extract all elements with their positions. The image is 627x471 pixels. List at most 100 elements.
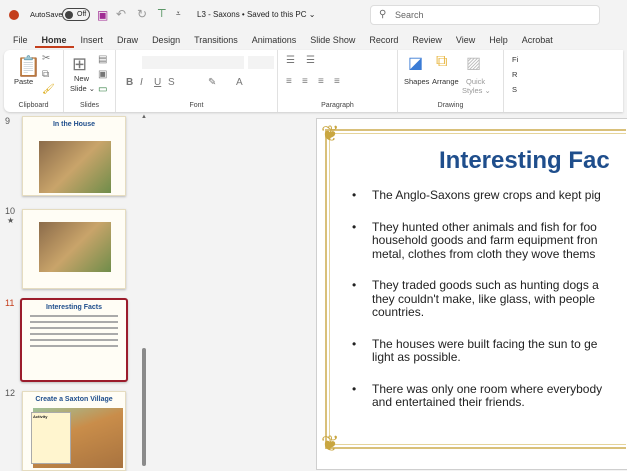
layout-icon[interactable]: ▤ — [98, 54, 107, 65]
powerpoint-logo-icon — [9, 10, 19, 20]
tab-animations[interactable]: Animations — [245, 32, 304, 48]
thumbnail-title: Interesting Facts — [45, 304, 102, 311]
activity-box: Activity — [31, 412, 71, 464]
paste-button[interactable]: Paste — [14, 77, 33, 86]
copy-icon[interactable]: ⧉ — [42, 69, 49, 80]
cut-icon[interactable]: ✂ — [42, 53, 50, 64]
thumbnail-title: In the House — [52, 121, 95, 128]
slide-canvas: ❦ ❦ Interesting Fac The Anglo-Saxons gre… — [316, 118, 627, 470]
align-left-icon[interactable]: ≡ — [286, 76, 292, 87]
tab-transitions[interactable]: Transitions — [187, 32, 245, 48]
slide-number: 9 — [5, 116, 11, 126]
group-editing: Fi R S — [504, 50, 623, 112]
new-slide-icon[interactable]: ⊞ — [72, 54, 87, 75]
tab-help[interactable]: Help — [482, 32, 515, 48]
bullet-item: There was only one room where everybodya… — [352, 382, 620, 410]
save-icon[interactable]: ▣ — [97, 8, 108, 22]
tab-file[interactable]: File — [6, 32, 35, 48]
slide-thumbnail-11[interactable]: Interesting Facts — [20, 298, 128, 382]
font-name-select[interactable] — [142, 56, 244, 69]
paste-icon[interactable]: 📋 — [16, 54, 41, 79]
tab-slide-show[interactable]: Slide Show — [303, 32, 362, 48]
thumbnail-scrollbar[interactable] — [142, 348, 146, 466]
redo-icon[interactable]: ↻ — [137, 7, 147, 21]
slide-number: 12 — [5, 388, 16, 398]
ribbon-tabs: File Home Insert Draw Design Transitions… — [6, 32, 560, 48]
tab-acrobat[interactable]: Acrobat — [515, 32, 560, 48]
tab-design[interactable]: Design — [145, 32, 187, 48]
quick-styles-icon[interactable]: ▨ — [466, 53, 481, 73]
select-button[interactable]: S — [512, 85, 517, 94]
search-icon: ⚲ — [379, 9, 387, 20]
tab-insert[interactable]: Insert — [74, 32, 111, 48]
font-color-icon[interactable]: A — [236, 77, 243, 88]
search-input[interactable]: ⚲ Search — [370, 5, 600, 25]
slide-thumbnail-9[interactable]: In the House — [22, 116, 126, 196]
present-icon[interactable]: ⊤ — [157, 7, 167, 20]
font-size-select[interactable] — [248, 56, 274, 69]
group-clipboard: 📋 Paste ✂ ⧉ 🖌 Clipboard — [4, 50, 64, 112]
new-slide-button[interactable]: New — [74, 74, 89, 83]
new-slide-dropdown[interactable]: Slide ⌄ — [70, 84, 95, 93]
underline-icon[interactable]: U — [154, 77, 161, 88]
section-icon[interactable]: ▭ — [98, 84, 107, 95]
undo-icon[interactable]: ↶ — [116, 7, 126, 21]
replace-button[interactable]: R — [512, 70, 517, 79]
autosave-label: AutoSave — [30, 10, 63, 19]
scroll-up-icon[interactable]: ▲ — [141, 114, 147, 120]
find-button[interactable]: Fi — [512, 55, 518, 64]
bullet-item: The Anglo-Saxons grew crops and kept pig — [352, 188, 620, 203]
thumbnail-title: Create a Saxton Village — [35, 396, 113, 403]
group-drawing: ◪ Shapes ⧉ Arrange ▨ Quick Styles ⌄ Draw… — [398, 50, 504, 112]
tab-home[interactable]: Home — [34, 32, 74, 48]
ornament-top-left-icon: ❦ — [321, 121, 340, 146]
bullets-icon[interactable]: ☰ — [286, 55, 295, 66]
highlight-icon[interactable]: ✎ — [208, 77, 216, 88]
align-center-icon[interactable]: ≡ — [302, 76, 308, 87]
slide-thumbnail-12[interactable]: Create a Saxton Village Activity — [22, 391, 126, 471]
tab-view[interactable]: View — [449, 32, 482, 48]
paragraph-label: Paragraph — [321, 102, 354, 109]
tab-record[interactable]: Record — [362, 32, 405, 48]
animation-star-icon: ★ — [7, 216, 15, 225]
group-paragraph: ☰ ☰ ≡ ≡ ≡ ≡ Paragraph — [278, 50, 398, 112]
reset-icon[interactable]: ▣ — [98, 69, 107, 80]
tab-draw[interactable]: Draw — [110, 32, 145, 48]
bullet-item: They hunted other animals and fish for f… — [352, 220, 620, 262]
search-placeholder: Search — [395, 10, 424, 20]
slide-number: 11 — [5, 298, 15, 308]
quick-styles-dropdown[interactable]: Styles ⌄ — [462, 86, 491, 95]
house-interior-image — [39, 141, 111, 193]
bullet-item: The houses were built facing the sun to … — [352, 337, 620, 365]
italic-icon[interactable]: I — [140, 77, 143, 88]
autosave-toggle[interactable]: Off — [62, 8, 90, 21]
ornament-bottom-left-icon: ❦ — [321, 431, 340, 456]
align-right-icon[interactable]: ≡ — [318, 76, 324, 87]
shapes-button[interactable]: Shapes — [404, 77, 429, 86]
bullet-item: They traded goods such as hunting dogs a… — [352, 278, 620, 320]
arrange-button[interactable]: Arrange — [432, 77, 459, 86]
ribbon: 📋 Paste ✂ ⧉ 🖌 Clipboard ⊞ New Slide ⌄ ▤ … — [4, 50, 623, 112]
justify-icon[interactable]: ≡ — [334, 76, 340, 87]
group-font: B I U S ✎ A Font — [116, 50, 278, 112]
format-painter-icon[interactable]: 🖌 — [42, 84, 55, 95]
font-label: Font — [189, 102, 204, 109]
slide-bullets: The Anglo-Saxons grew crops and kept pig… — [352, 188, 620, 428]
slides-label: Slides — [79, 102, 100, 109]
slide-thumbnail-panel: 9 In the House 10 ★ 11 Interesting Facts… — [0, 113, 150, 471]
tab-review[interactable]: Review — [405, 32, 449, 48]
quick-styles-button[interactable]: Quick — [466, 77, 485, 86]
numbering-icon[interactable]: ☰ — [306, 55, 315, 66]
shapes-icon[interactable]: ◪ — [408, 53, 423, 73]
group-slides: ⊞ New Slide ⌄ ▤ ▣ ▭ Slides — [64, 50, 116, 112]
title-bar: AutoSave Off ▣ ↶ ↻ ⊤ ⩡ L3 - Saxons • Sav… — [0, 0, 627, 30]
clipboard-label: Clipboard — [18, 102, 49, 109]
slide-thumbnail-10[interactable] — [22, 209, 126, 289]
slide-number: 10 — [5, 206, 16, 216]
strikethrough-icon[interactable]: S — [168, 77, 175, 88]
document-title[interactable]: L3 - Saxons • Saved to this PC ⌄ — [197, 10, 315, 19]
customize-qat-icon[interactable]: ⩡ — [176, 9, 181, 19]
bold-icon[interactable]: B — [126, 77, 133, 88]
arrange-icon[interactable]: ⧉ — [436, 53, 447, 71]
drawing-label: Drawing — [437, 102, 464, 109]
